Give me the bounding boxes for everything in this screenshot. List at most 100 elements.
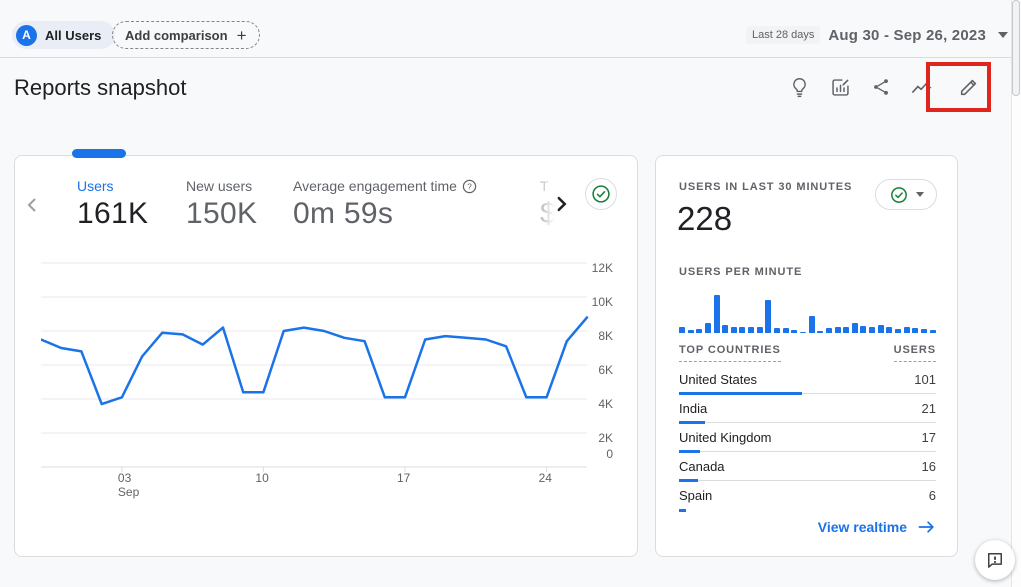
header-actions — [786, 74, 988, 100]
country-row: India21 — [679, 394, 936, 423]
per-minute-bar — [930, 330, 936, 333]
per-minute-bar — [688, 330, 694, 333]
y-tick-label: 12K — [587, 261, 613, 275]
users-30min-value: 228 — [677, 200, 732, 238]
scrollbar-track[interactable] — [1011, 0, 1021, 587]
customize-report-icon[interactable] — [827, 74, 853, 100]
add-comparison-label: Add comparison — [125, 28, 228, 43]
y-tick-label: 0 — [587, 447, 613, 461]
country-name: United States — [679, 372, 757, 387]
per-minute-bar — [817, 331, 823, 333]
y-tick-label: 10K — [587, 295, 613, 309]
all-users-chip[interactable]: A All Users — [12, 21, 115, 49]
per-minute-bar — [774, 328, 780, 333]
y-tick-label: 8K — [587, 329, 613, 343]
metrics-scroll-right-button[interactable] — [549, 190, 573, 218]
per-minute-bar — [826, 328, 832, 333]
plus-icon: + — [237, 27, 247, 44]
country-users-count: 21 — [922, 401, 936, 416]
realtime-quality-dropdown[interactable] — [875, 179, 937, 210]
topbar-divider — [0, 57, 1011, 58]
per-minute-bar — [895, 329, 901, 333]
view-realtime-label: View realtime — [818, 519, 907, 535]
country-users-count: 17 — [922, 430, 936, 445]
share-icon[interactable] — [868, 74, 894, 100]
metric-value: 161K — [77, 197, 148, 231]
per-minute-bar — [904, 327, 910, 333]
per-minute-bar — [705, 323, 711, 333]
date-range-preset-badge: Last 28 days — [746, 26, 820, 44]
country-name: Spain — [679, 488, 712, 503]
svg-text:?: ? — [467, 181, 472, 191]
y-tick-label: 2K — [587, 431, 613, 445]
per-minute-bar — [878, 325, 884, 333]
metric-label: New users — [186, 178, 257, 194]
date-range-picker[interactable]: Last 28 days Aug 30 - Sep 26, 2023 — [746, 26, 1008, 44]
check-circle-icon — [889, 185, 909, 205]
per-minute-bar — [843, 327, 849, 333]
metric-tab-new-users[interactable]: New users 150K — [186, 178, 257, 231]
per-minute-bar — [757, 327, 763, 333]
avatar: A — [16, 25, 37, 46]
per-minute-bar — [860, 326, 866, 333]
add-comparison-button[interactable]: Add comparison + — [112, 21, 260, 49]
metric-tab-average-engagement-time[interactable]: Average engagement time? 0m 59s — [293, 178, 477, 231]
metric-value: 0m 59s — [293, 197, 477, 231]
page-title: Reports snapshot — [14, 75, 186, 101]
view-insights-icon[interactable] — [909, 74, 935, 100]
metric-label: Users — [77, 178, 148, 194]
countries-table: United States101India21United Kingdom17C… — [679, 365, 936, 510]
users-header: USERS — [894, 344, 936, 362]
top-countries-header: TOP COUNTRIES — [679, 344, 781, 362]
x-tick-label: 17 — [397, 471, 410, 485]
active-metric-tab-indicator — [72, 149, 126, 158]
per-minute-bar — [869, 327, 875, 333]
arrow-right-icon — [917, 519, 936, 535]
realtime-card: USERS IN LAST 30 MINUTES 228 USERS PER M… — [655, 155, 958, 557]
per-minute-bar — [791, 330, 797, 333]
per-minute-bar — [696, 329, 702, 333]
metric-tab-users[interactable]: Users 161K — [77, 178, 148, 231]
x-tick-label: 03Sep — [118, 471, 139, 499]
per-minute-bar — [800, 332, 806, 334]
check-circle-icon — [590, 183, 612, 205]
metric-label: Average engagement time? — [293, 178, 477, 194]
users-line-chart — [41, 256, 589, 475]
per-minute-bar — [739, 327, 745, 333]
per-minute-bar — [886, 327, 892, 333]
users-per-minute-label: USERS PER MINUTE — [679, 266, 802, 278]
per-minute-bar — [765, 300, 771, 333]
per-minute-bar — [731, 327, 737, 333]
users-per-minute-bar-chart — [679, 292, 936, 333]
metric-value: 150K — [186, 197, 257, 231]
country-users-count: 16 — [922, 459, 936, 474]
data-quality-badge[interactable] — [585, 178, 617, 210]
view-realtime-link[interactable]: View realtime — [679, 519, 936, 535]
x-tick-label: 24 — [539, 471, 552, 485]
metrics-scroll-left-button[interactable] — [21, 192, 43, 218]
overview-card: Users 161K New users 150K Average engagement… — [14, 155, 638, 557]
country-users-count: 101 — [914, 372, 936, 387]
caret-down-icon — [916, 192, 924, 197]
per-minute-bar — [714, 295, 720, 333]
feedback-bubble-icon — [985, 550, 1005, 570]
y-tick-label: 6K — [587, 363, 613, 377]
feedback-button[interactable] — [975, 540, 1015, 580]
country-row: United States 101 — [679, 365, 936, 394]
country-users-count: 6 — [929, 488, 936, 503]
per-minute-bar — [835, 327, 841, 333]
insights-bulb-icon[interactable] — [786, 74, 812, 100]
per-minute-bar — [809, 316, 815, 333]
y-tick-label: 4K — [587, 397, 613, 411]
edit-pencil-icon[interactable] — [950, 74, 988, 100]
scrollbar-thumb[interactable] — [1012, 0, 1020, 96]
caret-down-icon — [998, 32, 1008, 38]
per-minute-bar — [912, 328, 918, 333]
country-row: Canada 16 — [679, 452, 936, 481]
country-name: Canada — [679, 459, 725, 474]
per-minute-bar — [783, 328, 789, 333]
all-users-label: All Users — [45, 28, 101, 43]
per-minute-bar — [722, 325, 728, 333]
help-icon[interactable]: ? — [462, 179, 477, 194]
country-row: Spain 6 — [679, 481, 936, 510]
